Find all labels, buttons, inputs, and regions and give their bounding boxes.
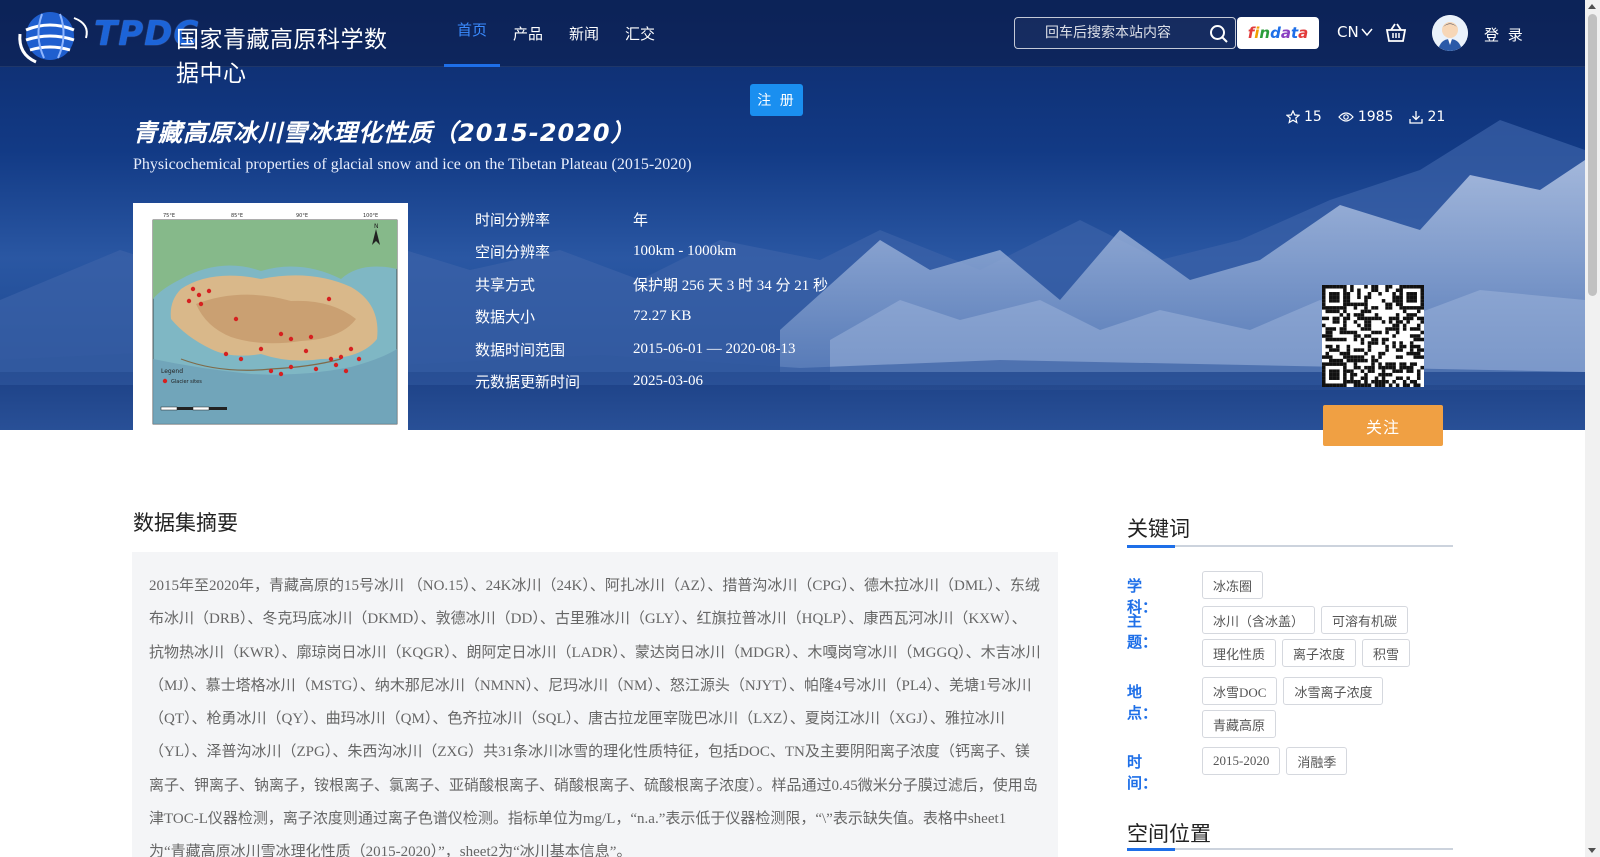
dataset-title: 青藏高原冰川雪冰理化性质（2015-2020） — [133, 119, 636, 147]
keyword-tag[interactable]: 冰川（含冰盖） — [1202, 606, 1316, 634]
scroll-up-icon[interactable] — [1588, 4, 1596, 9]
avatar[interactable] — [1432, 15, 1468, 51]
qr-code-icon — [1322, 285, 1424, 387]
views-count: 1985 — [1357, 109, 1394, 125]
dataset-thumbnail[interactable]: 75°E 85°E 90°E 100°E N Legend Glacier si… — [133, 203, 408, 430]
login-link[interactable]: 登 录 — [1484, 24, 1525, 45]
keyword-group-label: 时间： — [1127, 753, 1158, 792]
top-navbar: TPDC 国家青藏高原科学数据中心 首页 产品 新闻 汇交 findata CN — [0, 0, 1585, 87]
meta-value: 72.27 KB — [633, 308, 692, 325]
views-stat: 1985 — [1338, 109, 1394, 125]
scroll-down-icon[interactable] — [1588, 848, 1596, 853]
scrollbar-thumb[interactable] — [1588, 14, 1597, 296]
downloads-count: 21 — [1427, 109, 1446, 125]
findata-button[interactable]: findata — [1237, 17, 1319, 49]
nav-home[interactable]: 首页 — [444, 0, 501, 67]
meta-key: 时间分辨率 — [475, 210, 551, 229]
chevron-down-icon — [1361, 28, 1373, 37]
meta-value: 2015-06-01 — 2020-08-13 — [633, 340, 796, 357]
search-input[interactable] — [1015, 18, 1205, 48]
findata-logo: findata — [1247, 24, 1309, 42]
meta-row: 共享方式 保护期 256 天 3 时 34 分 21 秒 — [475, 268, 828, 301]
dataset-stats: 15 1985 21 — [1286, 109, 1445, 125]
stars-count: 15 — [1304, 109, 1322, 125]
download-icon — [1409, 111, 1424, 124]
keyword-tag[interactable]: 积雪 — [1362, 639, 1411, 667]
user-avatar-icon — [1432, 15, 1468, 51]
keyword-tag[interactable]: 青藏高原 — [1202, 710, 1277, 738]
keyword-tag[interactable]: 消融季 — [1286, 747, 1348, 775]
keyword-tag[interactable]: 冰雪离子浓度 — [1283, 677, 1384, 705]
language-label: CN — [1337, 23, 1359, 41]
meta-row: 空间分辨率 100km - 1000km — [475, 236, 828, 269]
meta-row: 时间分辨率 年 — [475, 203, 828, 236]
keyword-tag[interactable]: 2015-2020 — [1202, 747, 1281, 775]
keywords-heading: 关键词 — [1127, 517, 1190, 541]
nav-news[interactable]: 新闻 — [556, 0, 612, 67]
site-name: 国家青藏高原科学数据中心 — [176, 27, 388, 87]
map-legend-title: Legend — [161, 368, 183, 375]
meta-value: 年 — [633, 212, 649, 229]
meta-key: 数据大小 — [475, 308, 536, 327]
qr-code — [1322, 285, 1424, 387]
meta-row: 元数据更新时间 2025-03-06 — [475, 366, 828, 399]
abstract-text: 2015年至2020年，青藏高原的15号冰川 （NO.15）、24K冰川（24K… — [132, 552, 1058, 857]
abstract-heading: 数据集摘要 — [133, 511, 238, 535]
meta-key: 空间分辨率 — [475, 243, 551, 262]
downloads-stat: 21 — [1409, 109, 1445, 125]
keywords-divider — [1127, 545, 1453, 548]
meta-value: 保护期 256 天 3 时 34 分 21 秒 — [633, 277, 829, 294]
star-icon — [1286, 110, 1300, 124]
keyword-tag[interactable]: 理化性质 — [1202, 639, 1277, 667]
search-icon[interactable] — [1209, 24, 1229, 44]
keyword-tag[interactable]: 可溶有机碳 — [1321, 606, 1409, 634]
keyword-tag[interactable]: 冰冻圈 — [1202, 571, 1264, 599]
lon-label: 85°E — [231, 213, 243, 219]
spatial-heading: 空间位置 — [1127, 822, 1211, 846]
meta-row: 数据大小 72.27 KB — [475, 301, 828, 334]
keyword-group-label: 地点： — [1127, 683, 1158, 722]
meta-key: 共享方式 — [475, 275, 536, 294]
nav-submit[interactable]: 汇交 — [612, 0, 668, 67]
keyword-tag[interactable]: 离子浓度 — [1282, 639, 1357, 667]
meta-key: 数据时间范围 — [475, 340, 566, 359]
main-menu: 首页 产品 新闻 汇交 — [444, 0, 668, 67]
glacier-site-map: 75°E 85°E 90°E 100°E N Legend Glacier si… — [152, 213, 398, 425]
dataset-subtitle: Physicochemical properties of glacial sn… — [133, 156, 692, 173]
cart-icon[interactable] — [1385, 23, 1407, 43]
svg-text:N: N — [374, 223, 379, 230]
meta-value: 2025-03-06 — [633, 373, 703, 390]
lon-label: 75°E — [163, 213, 175, 219]
lon-label: 100°E — [363, 213, 378, 219]
spatial-divider — [1127, 848, 1453, 851]
keyword-group-label: 主题： — [1127, 612, 1158, 651]
lon-label: 90°E — [296, 213, 308, 219]
meta-row: 数据时间范围 2015-06-01 — 2020-08-13 — [475, 333, 828, 366]
dataset-meta: 时间分辨率 年 空间分辨率 100km - 1000km 共享方式 保护期 256 天… — [475, 203, 828, 398]
register-button[interactable]: 注 册 — [750, 84, 803, 116]
meta-key: 元数据更新时间 — [475, 373, 581, 392]
meta-value: 100km - 1000km — [633, 243, 737, 260]
page-scrollbar[interactable] — [1585, 0, 1600, 857]
search-box — [1014, 17, 1236, 49]
keyword-tag[interactable]: 冰雪DOC — [1202, 677, 1278, 705]
eye-icon — [1338, 112, 1354, 122]
language-switch[interactable]: CN — [1337, 23, 1373, 41]
nav-products[interactable]: 产品 — [500, 0, 556, 67]
follow-button[interactable]: 关注 — [1323, 405, 1443, 446]
site-logo[interactable]: TPDC 国家青藏高原科学数据中心 — [16, 4, 396, 87]
map-legend-item: Glacier sites — [171, 379, 202, 385]
stars-stat[interactable]: 15 — [1286, 109, 1322, 125]
globe-icon — [18, 12, 88, 64]
